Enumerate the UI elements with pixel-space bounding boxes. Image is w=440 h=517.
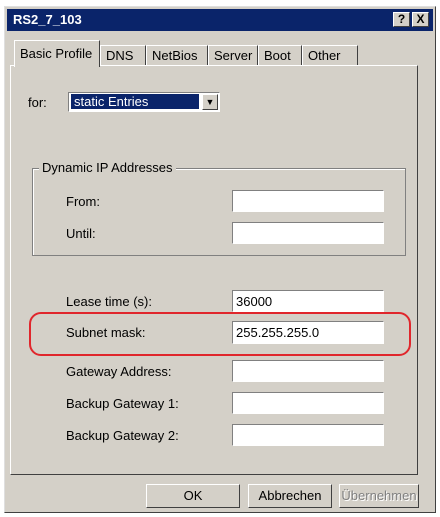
tab-panel [10,65,418,475]
help-button[interactable]: ? [393,12,410,27]
tab-boot[interactable]: Boot [258,45,302,65]
title-bar[interactable]: RS2_7_103 ? X [7,9,433,31]
tab-basic-profile[interactable]: Basic Profile [14,40,100,67]
tab-dns[interactable]: DNS [100,45,146,65]
tab-netbios[interactable]: NetBios [146,45,208,65]
tab-other[interactable]: Other [302,45,358,65]
apply-button[interactable]: Übernehmen [339,484,419,508]
cancel-button[interactable]: Abbrechen [248,484,332,508]
ok-button[interactable]: OK [146,484,240,508]
tab-server[interactable]: Server [208,45,258,65]
window-title: RS2_7_103 [13,12,82,27]
close-button[interactable]: X [412,12,429,27]
